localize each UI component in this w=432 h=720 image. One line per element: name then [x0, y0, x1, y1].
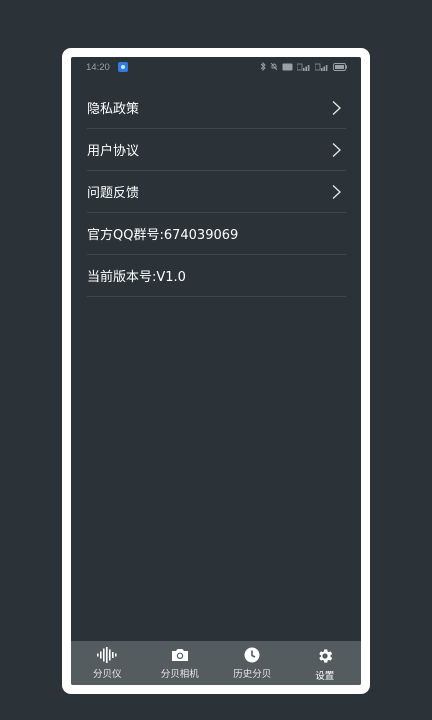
status-bar: 14:20	[71, 57, 361, 77]
menu-item-qq-group: 官方QQ群号:674039069	[87, 213, 346, 255]
tab-label: 分贝相机	[160, 669, 199, 680]
gear-icon	[319, 649, 332, 663]
tab-decibel-meter[interactable]: 分贝仪	[71, 641, 144, 685]
notification-app-icon	[118, 62, 128, 72]
clock-icon	[244, 647, 260, 663]
tab-settings[interactable]: 设置	[289, 641, 362, 685]
menu-item-feedback[interactable]: 问题反馈	[87, 171, 346, 213]
menu-item-label: 官方QQ群号:674039069	[87, 228, 239, 243]
status-icons	[260, 62, 347, 71]
status-time: 14:20	[86, 62, 110, 73]
hd-badge-icon	[282, 63, 293, 70]
bluetooth-icon	[260, 62, 266, 71]
app-screen: 14:20 隐私政策 用户协议 问题反馈 官方QQ群号:674039069 当前…	[71, 57, 361, 685]
menu-item-label: 用户协议	[87, 144, 140, 159]
menu-item-label: 问题反馈	[87, 186, 140, 201]
device-frame: 14:20 隐私政策 用户协议 问题反馈 官方QQ群号:674039069 当前…	[62, 48, 370, 694]
camera-icon	[171, 649, 188, 661]
chevron-right-icon	[332, 143, 341, 157]
settings-menu: 隐私政策 用户协议 问题反馈 官方QQ群号:674039069 当前版本号:V1…	[87, 87, 346, 297]
waveform-icon	[97, 647, 117, 663]
chevron-right-icon	[332, 101, 341, 115]
bottom-tab-bar: 分贝仪 分贝相机 历史分贝 设置	[71, 641, 361, 685]
battery-icon	[333, 62, 347, 71]
mute-bell-icon	[270, 62, 278, 71]
menu-item-privacy-policy[interactable]: 隐私政策	[87, 87, 346, 129]
menu-item-version: 当前版本号:V1.0	[87, 255, 346, 297]
signal-icon	[297, 63, 310, 71]
menu-item-label: 当前版本号:V1.0	[87, 270, 186, 285]
chevron-right-icon	[332, 185, 341, 199]
tab-label: 历史分贝	[233, 669, 272, 680]
tab-label: 设置	[315, 671, 335, 682]
tab-label: 分贝仪	[92, 669, 122, 680]
menu-item-user-agreement[interactable]: 用户协议	[87, 129, 346, 171]
signal-icon-2	[315, 63, 328, 71]
tab-decibel-camera[interactable]: 分贝相机	[144, 641, 217, 685]
menu-item-label: 隐私政策	[87, 102, 140, 117]
tab-history[interactable]: 历史分贝	[216, 641, 289, 685]
